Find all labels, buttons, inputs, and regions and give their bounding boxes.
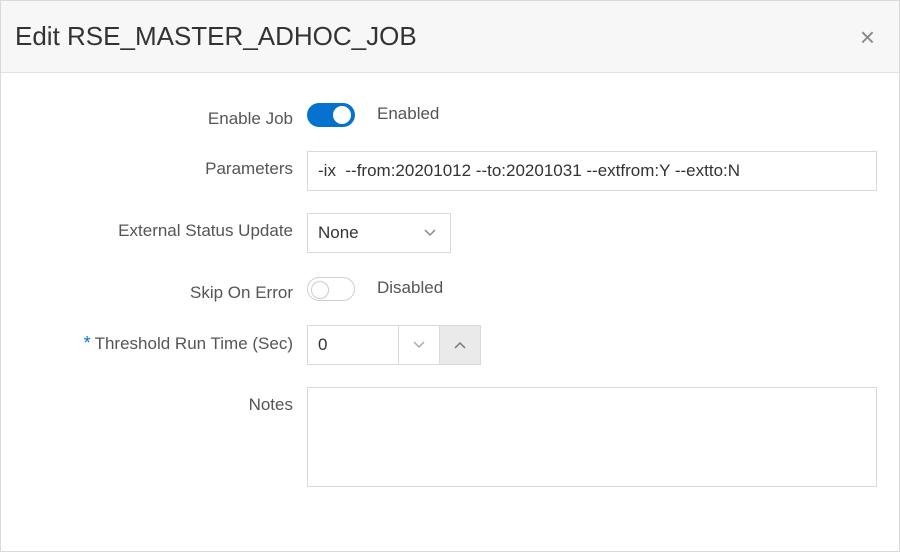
dialog-title: Edit RSE_MASTER_ADHOC_JOB [15,21,417,52]
close-icon[interactable]: × [856,20,879,54]
row-parameters: Parameters [19,151,881,191]
threshold-down-button[interactable] [398,325,440,365]
chevron-down-icon [410,214,450,252]
chevron-up-icon [454,341,466,349]
threshold-up-button[interactable] [439,325,481,365]
label-enable-job: Enable Job [19,101,307,129]
row-enable-job: Enable Job Enabled [19,101,881,129]
enable-job-state: Enabled [377,104,439,124]
dialog-body: Enable Job Enabled Parameters External S… [1,73,899,527]
enable-job-toggle[interactable] [307,103,355,127]
label-external-status: External Status Update [19,213,307,241]
external-status-value: None [308,223,410,243]
row-notes: Notes [19,387,881,487]
notes-textarea[interactable] [307,387,877,487]
label-parameters: Parameters [19,151,307,179]
edit-job-dialog: Edit RSE_MASTER_ADHOC_JOB × Enable Job E… [0,0,900,552]
label-skip-on-error: Skip On Error [19,275,307,303]
parameters-input[interactable] [307,151,877,191]
external-status-select[interactable]: None [307,213,451,253]
label-notes: Notes [19,387,307,415]
toggle-knob [333,106,351,124]
dialog-header: Edit RSE_MASTER_ADHOC_JOB × [1,1,899,73]
label-threshold: *Threshold Run Time (Sec) [19,325,307,354]
row-skip-on-error: Skip On Error Disabled [19,275,881,303]
skip-on-error-toggle[interactable] [307,277,355,301]
row-threshold: *Threshold Run Time (Sec) [19,325,881,365]
row-external-status: External Status Update None [19,213,881,253]
skip-on-error-state: Disabled [377,278,443,298]
threshold-input[interactable] [307,325,399,365]
toggle-knob [311,281,329,299]
required-icon: * [84,333,91,353]
threshold-spinner [307,325,481,365]
chevron-down-icon [413,341,425,349]
